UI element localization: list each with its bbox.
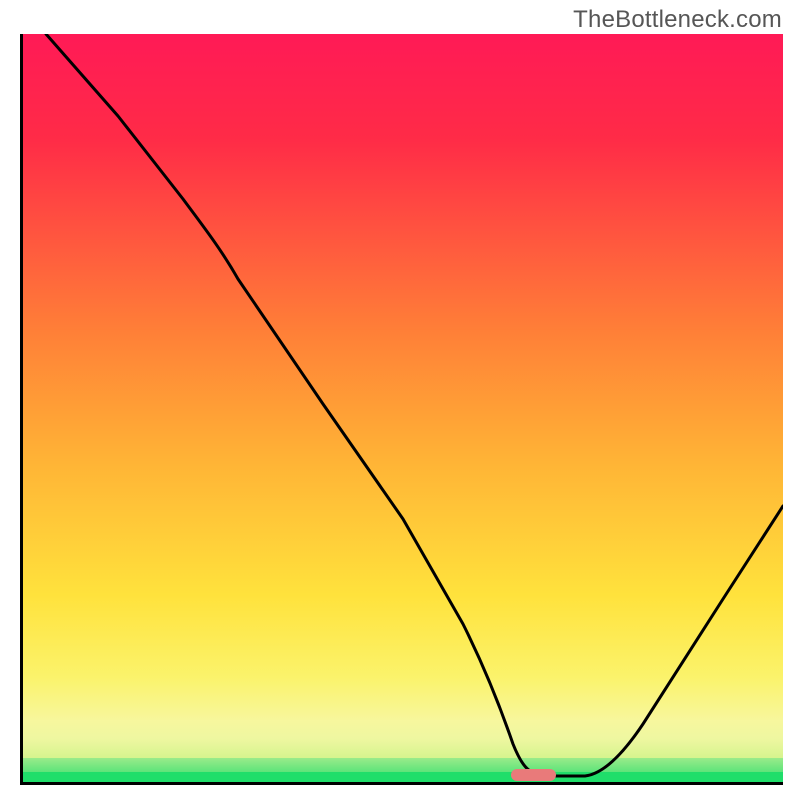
- bottleneck-curve: [46, 34, 783, 776]
- chart-container: TheBottleneck.com: [0, 0, 800, 800]
- watermark-text: TheBottleneck.com: [573, 6, 782, 34]
- bottleneck-curve-svg: [23, 34, 783, 782]
- plot-area: [20, 34, 783, 785]
- optimal-marker: [511, 769, 556, 781]
